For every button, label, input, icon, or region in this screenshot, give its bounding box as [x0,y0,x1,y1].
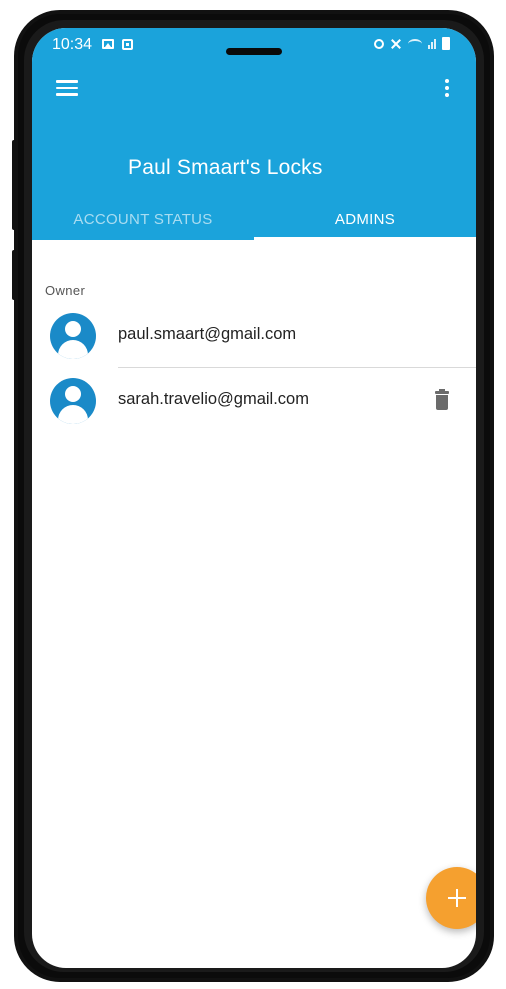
toolbar [32,64,476,112]
owner-section-header: Owner [45,283,86,298]
app-screen: 10:34 Paul Smaart's Locks ACCOUNT STATUS… [32,28,476,968]
tab-bar: ACCOUNT STATUS ADMINS [32,198,476,240]
phone-side-button [490,200,494,280]
page-title: Paul Smaart's Locks [128,156,323,179]
signal-icon [428,38,436,49]
more-vertical-icon[interactable] [442,76,452,100]
notification-square-icon [122,39,133,50]
account-circle-icon [50,313,96,359]
mute-icon [390,38,402,50]
image-icon [102,39,114,49]
add-admin-button[interactable] [426,867,476,929]
status-right-icons [374,37,450,50]
tab-account-status[interactable]: ACCOUNT STATUS [32,198,254,240]
tab-admins[interactable]: ADMINS [254,198,476,240]
battery-icon [442,37,450,50]
status-bar: 10:34 [32,28,476,64]
admin-list-item[interactable]: paul.smaart@gmail.com [32,308,476,366]
phone-frame: 10:34 Paul Smaart's Locks ACCOUNT STATUS… [14,10,494,982]
plus-icon [448,889,466,907]
phone-side-button [12,140,16,230]
admin-list-item[interactable]: sarah.travelio@gmail.com [32,373,476,431]
status-time: 10:34 [52,36,93,53]
app-bar: 10:34 Paul Smaart's Locks ACCOUNT STATUS… [32,28,476,240]
hamburger-menu-icon[interactable] [56,76,82,100]
row-divider [118,367,476,368]
admin-email: paul.smaart@gmail.com [118,325,297,343]
phone-side-button [12,250,16,300]
alarm-icon [374,38,384,49]
trash-icon[interactable] [432,389,454,413]
status-left-icons [102,39,133,50]
wifi-icon [408,38,422,49]
admin-email: sarah.travelio@gmail.com [118,390,309,408]
camera-notch [226,48,282,55]
account-circle-icon [50,378,96,424]
